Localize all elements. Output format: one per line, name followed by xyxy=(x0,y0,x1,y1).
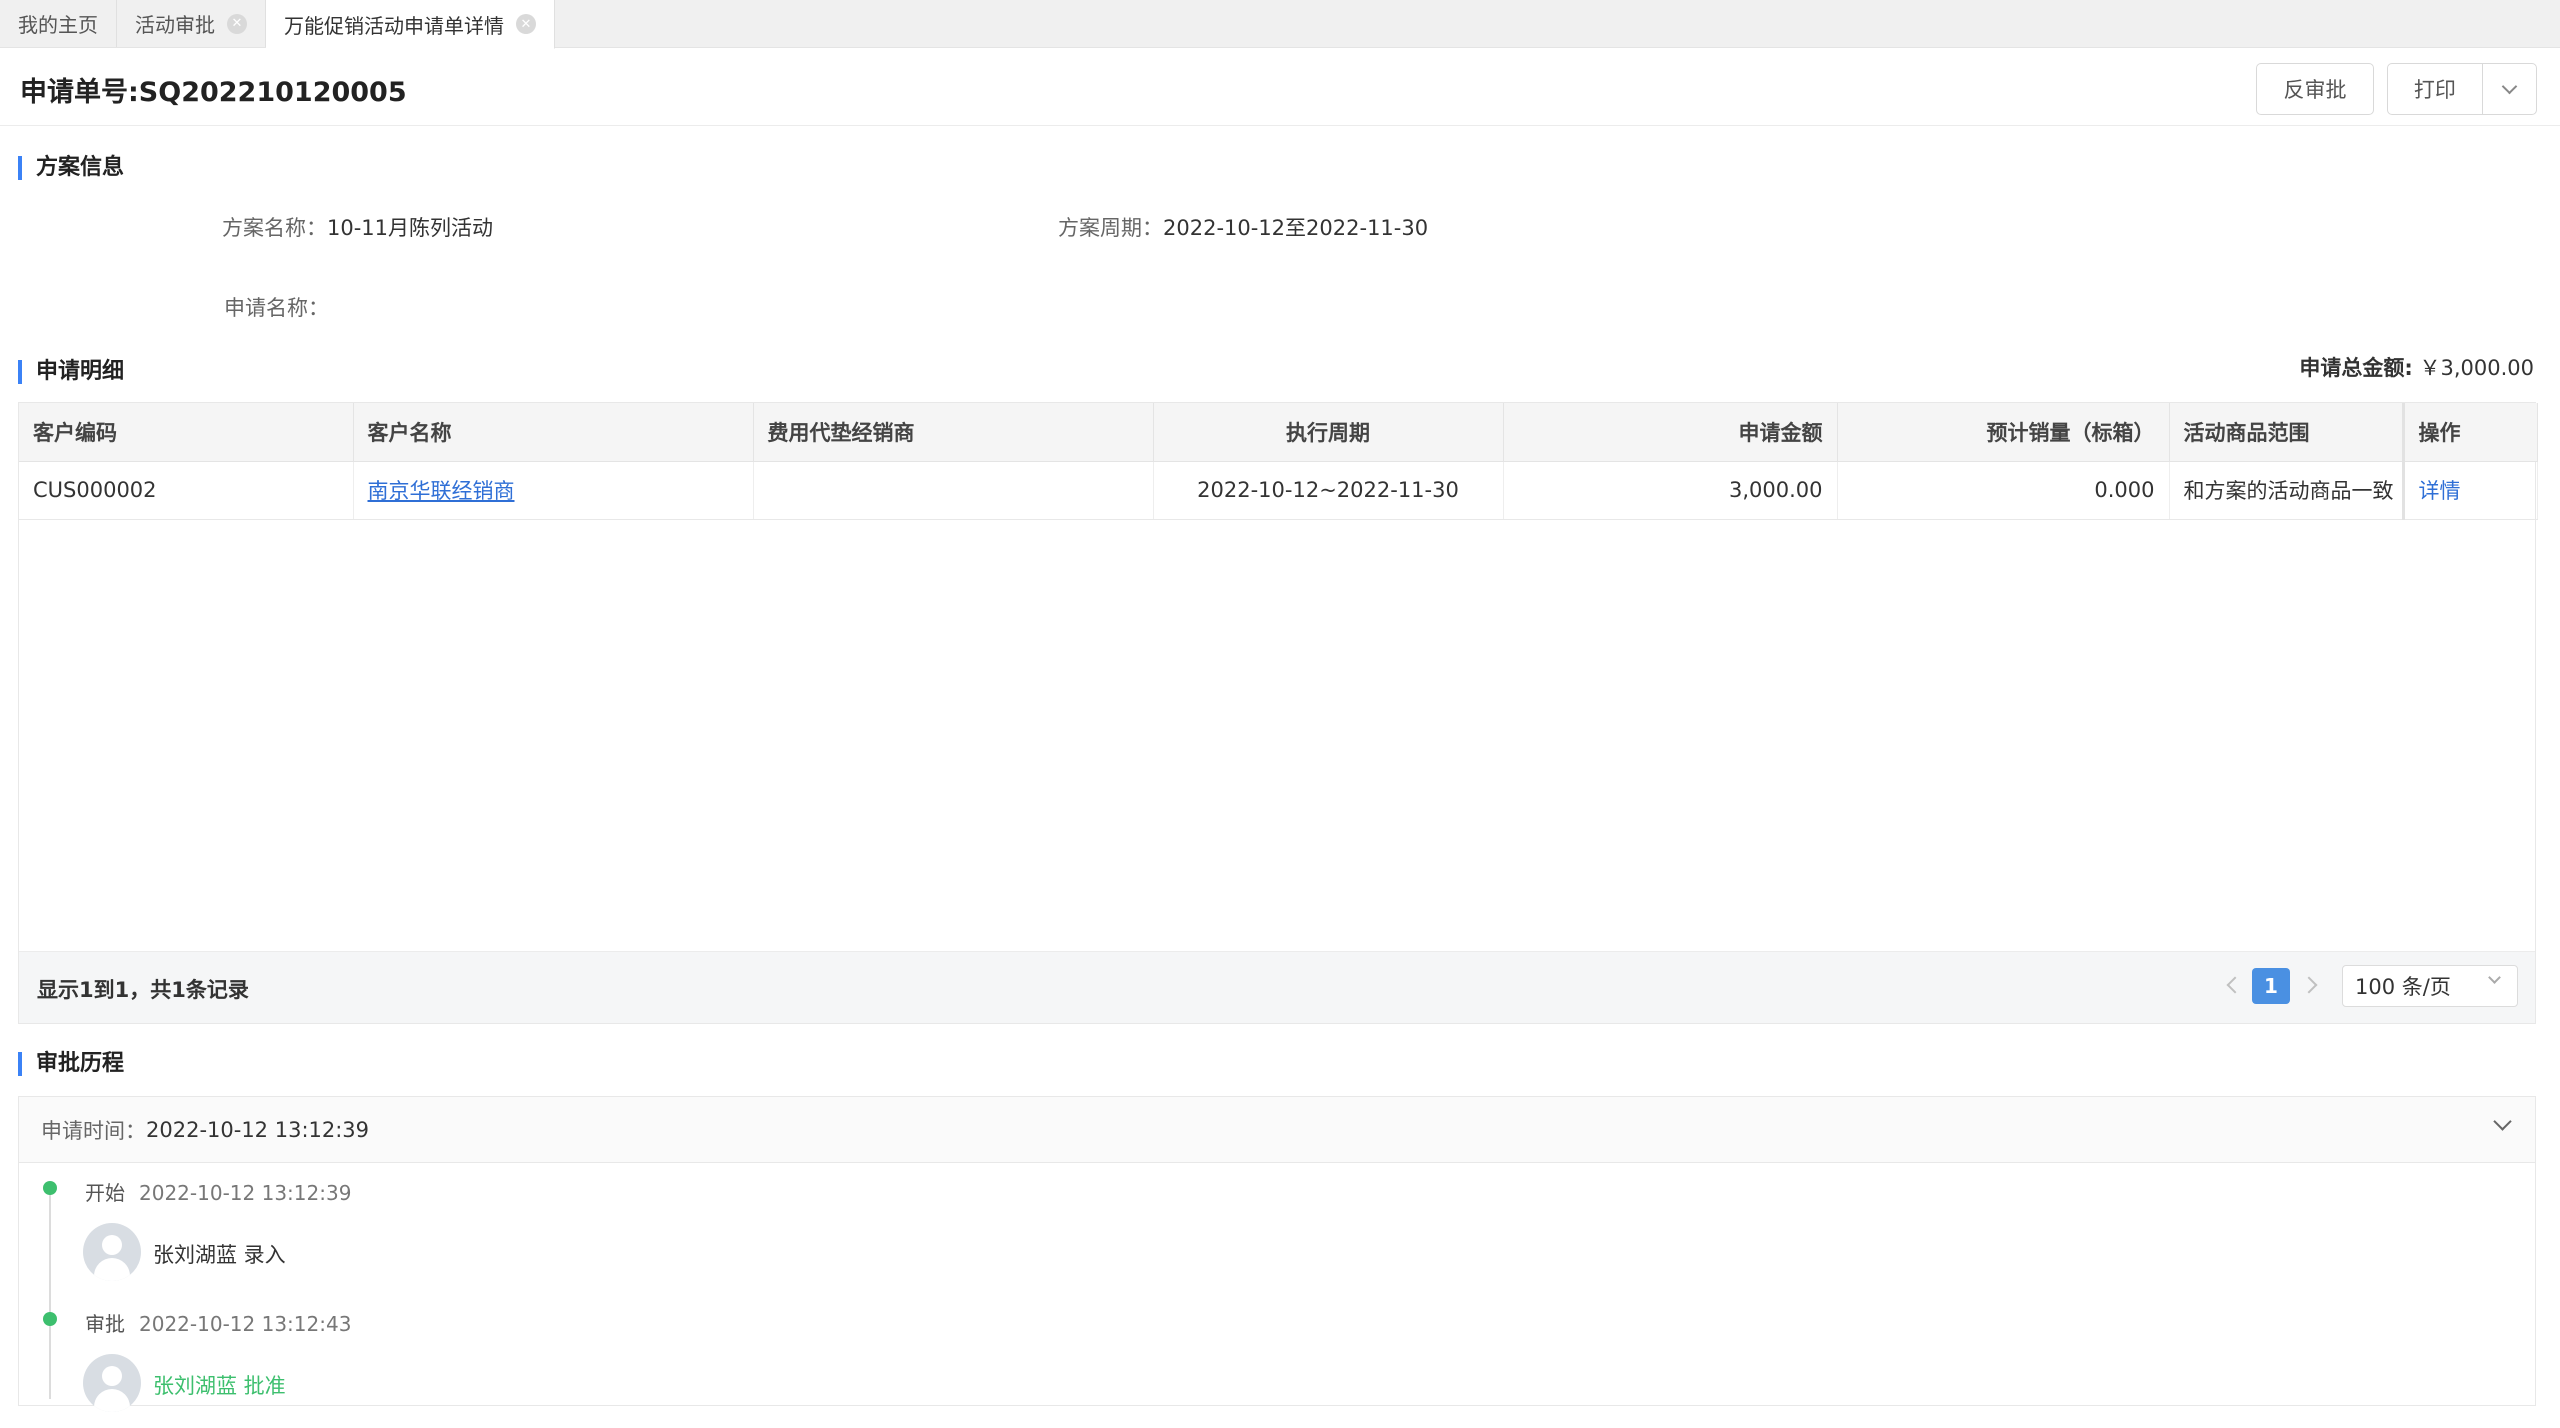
chevron-right-icon[interactable] xyxy=(2300,976,2318,994)
plan-period-value: 2022-10-12至2022-11-30 xyxy=(1163,216,1429,240)
dealer-cell xyxy=(753,461,1154,520)
tab-application-detail[interactable]: 万能促销活动申请单详情 ✕ xyxy=(266,0,555,49)
timeline-stage: 开始 xyxy=(85,1181,125,1205)
scope-cell: 和方案的活动商品一致 xyxy=(2169,461,2404,520)
plan-name-field: 方案名称：10-11月陈列活动 xyxy=(222,212,493,242)
column-header: 费用代垫经销商 xyxy=(753,403,1154,462)
customer-name-cell: 南京华联经销商 xyxy=(353,461,754,520)
section-title-plan: 方案信息 xyxy=(18,156,124,180)
column-header: 预计销量（标箱） xyxy=(1837,403,2170,462)
plan-name-value: 10-11月陈列活动 xyxy=(327,216,494,240)
timeline-time: 2022-10-12 13:12:43 xyxy=(139,1312,352,1336)
column-header: 客户编码 xyxy=(19,403,354,462)
timeline-label: 开始 2022-10-12 13:12:39 xyxy=(85,1177,351,1206)
tab-bar: 我的主页 活动审批 ✕ 万能促销活动申请单详情 ✕ xyxy=(0,0,2560,49)
apply-name-label: 申请名称： xyxy=(224,296,329,320)
chevron-down-icon xyxy=(2488,971,2501,984)
print-dropdown-button[interactable] xyxy=(2483,64,2536,114)
table-header-row: 客户编码 客户名称 费用代垫经销商 执行周期 申请金额 预计销量（标箱） 活动商… xyxy=(19,403,2538,462)
history-header[interactable]: 申请时间： 2022-10-12 13:12:39 xyxy=(19,1097,2535,1163)
column-header: 活动商品范围 xyxy=(2169,403,2404,462)
total-amount-label: 申请总金额: xyxy=(2299,356,2413,380)
print-button-group: 打印 xyxy=(2387,63,2537,115)
approval-history: 申请时间： 2022-10-12 13:12:39 开始 2022-10-12 1… xyxy=(18,1096,2536,1412)
table-row: CUS000002 南京华联经销商 2022-10-12~2022-11-30 … xyxy=(19,461,2538,520)
page-size-select[interactable]: 100 条/页 xyxy=(2342,965,2518,1007)
avatar xyxy=(83,1223,141,1281)
total-amount-value: ￥3,000.00 xyxy=(2419,356,2534,380)
total-amount: 申请总金额: ￥3,000.00 xyxy=(2299,352,2534,382)
close-icon[interactable]: ✕ xyxy=(516,14,536,34)
table-footer: 显示1到1，共1条记录 1 100 条/页 xyxy=(19,951,2535,1023)
page-number-current[interactable]: 1 xyxy=(2252,968,2290,1004)
chevron-down-icon[interactable] xyxy=(2493,1112,2512,1131)
timeline-label: 审批 2022-10-12 13:12:43 xyxy=(85,1308,351,1337)
plan-period-label: 方案周期： xyxy=(1058,216,1163,240)
page-header: 申请单号:SQ202210120005 反审批 打印 xyxy=(0,48,2560,126)
period-cell: 2022-10-12~2022-11-30 xyxy=(1153,461,1504,520)
page-title: 申请单号:SQ202210120005 xyxy=(20,77,407,108)
timeline-time: 2022-10-12 13:12:39 xyxy=(139,1181,352,1205)
customer-name-link[interactable]: 南京华联经销商 xyxy=(368,479,515,503)
tab-home[interactable]: 我的主页 xyxy=(0,0,117,47)
close-icon[interactable]: ✕ xyxy=(227,13,247,34)
timeline-item: 开始 2022-10-12 13:12:39 张刘湖蓝 录入 xyxy=(19,1177,2535,1297)
plan-period-field: 方案周期：2022-10-12至2022-11-30 xyxy=(1058,212,1428,242)
apply-time-label: 申请时间： xyxy=(41,1118,146,1143)
timeline-stage: 审批 xyxy=(85,1312,125,1336)
column-header: 操作 xyxy=(2401,403,2538,462)
customer-code-cell: CUS000002 xyxy=(19,461,354,520)
timeline-person-action: 张刘湖蓝 批准 xyxy=(153,1374,286,1398)
status-dot xyxy=(43,1312,57,1326)
action-cell: 详情 xyxy=(2401,461,2538,520)
section-title-detail: 申请明细 xyxy=(18,360,124,384)
tab-label: 活动审批 xyxy=(135,13,215,37)
page-size-value: 100 条/页 xyxy=(2355,975,2451,999)
detail-table: 客户编码 客户名称 费用代垫经销商 执行周期 申请金额 预计销量（标箱） 活动商… xyxy=(18,402,2538,1024)
section-title-history: 审批历程 xyxy=(18,1052,124,1076)
record-count: 显示1到1，共1条记录 xyxy=(37,978,249,1002)
column-header: 执行周期 xyxy=(1153,403,1504,462)
status-dot xyxy=(43,1181,57,1195)
tab-label: 我的主页 xyxy=(18,13,98,37)
amount-cell: 3,000.00 xyxy=(1503,461,1838,520)
chevron-down-icon xyxy=(2501,78,2518,94)
tab-activity-approval[interactable]: 活动审批 ✕ xyxy=(117,0,266,47)
apply-time-value: 2022-10-12 13:12:39 xyxy=(146,1117,370,1142)
print-button[interactable]: 打印 xyxy=(2388,64,2483,114)
detail-link[interactable]: 详情 xyxy=(2419,479,2461,503)
reverse-approval-button[interactable]: 反审批 xyxy=(2256,63,2374,115)
timeline-item: 审批 2022-10-12 13:12:43 张刘湖蓝 批准 xyxy=(19,1308,2535,1428)
column-header: 客户名称 xyxy=(353,403,754,462)
tab-label: 万能促销活动申请单详情 xyxy=(284,13,504,38)
volume-cell: 0.000 xyxy=(1837,461,2170,520)
timeline-person-action: 张刘湖蓝 录入 xyxy=(153,1243,286,1267)
chevron-left-icon[interactable] xyxy=(2226,976,2244,994)
column-header: 申请金额 xyxy=(1503,403,1838,462)
apply-name-field: 申请名称： xyxy=(224,292,329,322)
avatar xyxy=(83,1354,141,1412)
plan-name-label: 方案名称： xyxy=(222,216,327,240)
